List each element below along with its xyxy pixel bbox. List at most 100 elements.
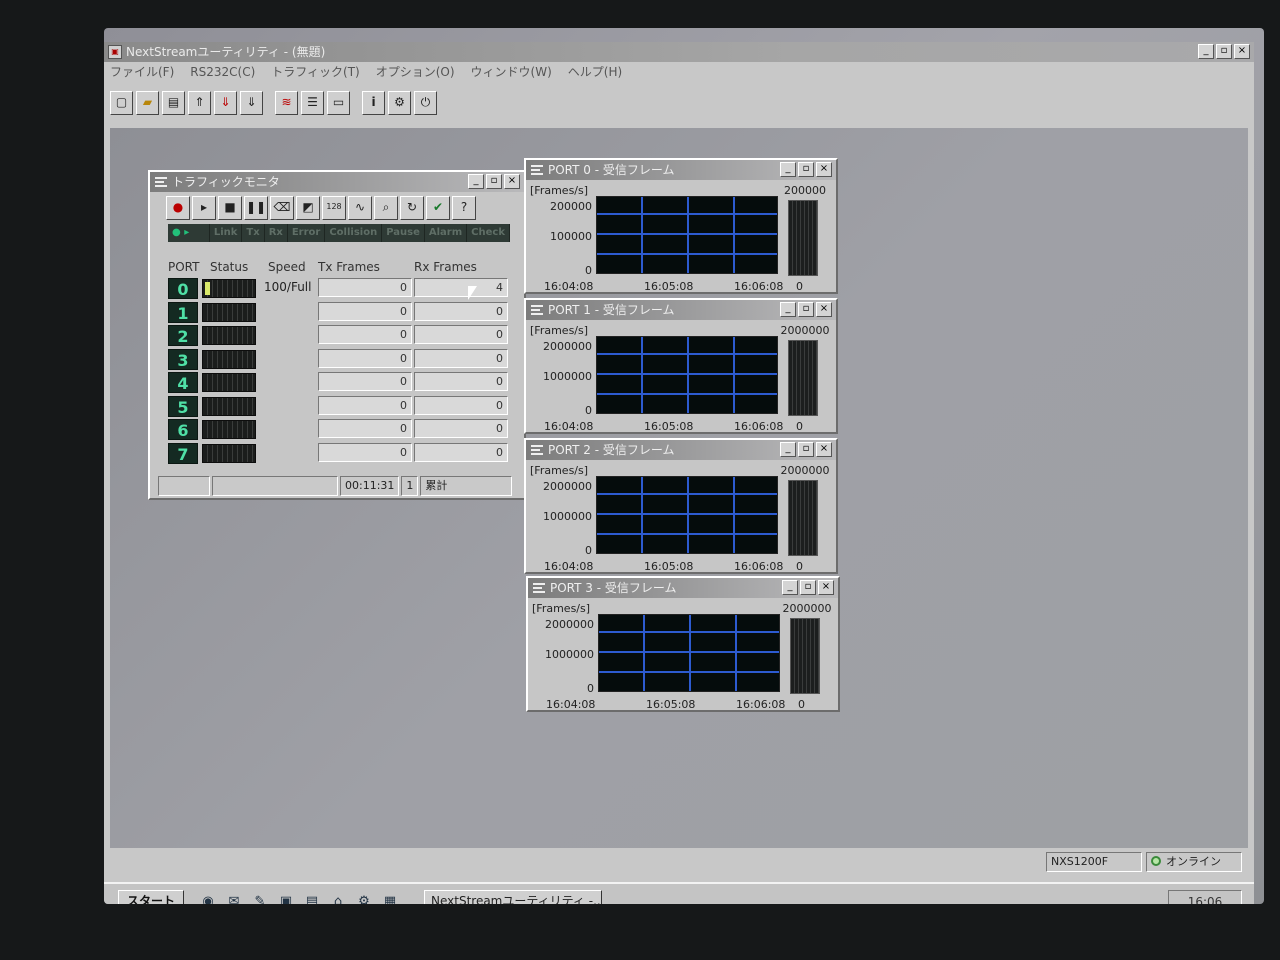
level-bar (788, 200, 818, 276)
port-row: 6 00 (168, 419, 508, 441)
tools-icon[interactable]: ⚙ (354, 892, 374, 904)
header-tx-frames: Tx Frames (318, 260, 380, 274)
close-button[interactable]: × (816, 302, 832, 317)
menu-help[interactable]: ヘルプ(H) (568, 62, 622, 82)
status-label-collision: Collision (325, 224, 383, 242)
desktop-icon[interactable]: ▣ (276, 892, 296, 904)
tx-frames-value: 0 (318, 348, 412, 368)
close-button[interactable]: × (818, 580, 834, 595)
traffic-icon[interactable]: ≋ (275, 91, 298, 115)
graph-title: PORT 2 - 受信フレーム (548, 443, 675, 457)
open-folder-icon[interactable]: ▰ (136, 91, 159, 115)
y-units: [Frames/s] (530, 324, 589, 337)
close-button[interactable]: × (816, 442, 832, 457)
stop-icon[interactable]: ■ (218, 196, 242, 220)
port-speed: 100/Full (264, 280, 312, 294)
graph-title-bar[interactable]: PORT 1 - 受信フレーム _ ▫ × (526, 300, 836, 320)
minimize-button[interactable]: _ (468, 174, 484, 189)
menu-options[interactable]: オプション(O) (376, 62, 455, 82)
traffic-monitor-title-bar[interactable]: トラフィックモニタ _ ▫ × (150, 172, 524, 192)
device-name: NXS1200F (1046, 852, 1142, 872)
browser-icon[interactable]: ◉ (198, 892, 218, 904)
monitor-icon[interactable]: ▦ (380, 892, 400, 904)
download-icon[interactable]: ⇓ (240, 91, 263, 115)
record-icon[interactable]: ● (166, 196, 190, 220)
status-label-pause: Pause (382, 224, 425, 242)
y-max-label: 2000000 (543, 480, 592, 493)
help-icon[interactable]: ? (452, 196, 476, 220)
main-title-bar[interactable]: ▣ NextStreamユーティリティ - (無題) _ ▫ × (104, 42, 1254, 62)
refresh-icon[interactable]: ↻ (400, 196, 424, 220)
window-icon (531, 165, 543, 175)
maximize-button[interactable]: ▫ (486, 174, 502, 189)
list-icon[interactable]: ☰ (301, 91, 324, 115)
minimize-button[interactable]: _ (780, 162, 796, 177)
bar-zero-label: 0 (796, 420, 803, 433)
maximize-button[interactable]: ▫ (798, 162, 814, 177)
menu-window[interactable]: ウィンドウ(W) (471, 62, 552, 82)
app-status-bar: NXS1200F オンライン (104, 852, 1254, 874)
footer-blank-1 (158, 476, 210, 496)
display-icon[interactable]: ▭ (327, 91, 350, 115)
y-max-label: 2000000 (543, 340, 592, 353)
x-tick-label: 16:05:08 (644, 280, 694, 293)
power-icon[interactable]: ⏻ (414, 91, 437, 115)
graph-title-bar[interactable]: PORT 0 - 受信フレーム _ ▫ × (526, 160, 836, 180)
tx-frames-value: 0 (318, 325, 412, 344)
tx-frames-value: 0 (318, 395, 412, 415)
settings-icon[interactable]: ⚙ (388, 91, 411, 115)
start-button[interactable]: スタート (118, 890, 184, 904)
graph-title-bar[interactable]: PORT 3 - 受信フレーム _ ▫ × (528, 578, 838, 598)
check-icon[interactable]: ✔ (426, 196, 450, 220)
window-icon (531, 305, 543, 315)
bar-max-label: 2000000 (782, 602, 832, 615)
task-nextstream[interactable]: NextStreamユーティリティ -... (424, 890, 602, 904)
mouse-cursor (468, 286, 477, 300)
download-red-icon[interactable]: ⇓ (214, 91, 237, 115)
outlook-icon[interactable]: ✉ (224, 892, 244, 904)
main-toolbar: ▢ ▰ ▤ ⇑ ⇓ ⇓ ≋ ☰ ▭ i ⚙ ⏻ (106, 88, 437, 118)
maximize-button[interactable]: ▫ (800, 580, 816, 595)
port-status-meter (202, 302, 256, 322)
mode-label: 累計 (420, 476, 513, 496)
minimize-button[interactable]: _ (1198, 44, 1214, 59)
port-status-meter (202, 279, 256, 298)
save-icon[interactable]: ▤ (162, 91, 185, 115)
close-button[interactable]: × (816, 162, 832, 177)
counter-icon[interactable]: 128 (322, 196, 346, 220)
minimize-button[interactable]: _ (782, 580, 798, 595)
graph-plot-area (596, 476, 778, 554)
minimize-button[interactable]: _ (780, 442, 796, 457)
status-indicator-bar: ● ▸ Link Tx Rx Error Collision Pause Ala… (168, 224, 510, 242)
menu-traffic[interactable]: トラフィック(T) (271, 62, 359, 82)
port-number: 4 (168, 372, 198, 393)
eraser-icon[interactable]: ⌫ (270, 196, 294, 220)
menu-file[interactable]: ファイル(F) (110, 62, 174, 82)
y-mid-label: 1000000 (543, 510, 592, 523)
rx-frames-value: 0 (414, 419, 508, 438)
restore-button[interactable]: ▫ (1216, 44, 1232, 59)
close-button[interactable]: × (504, 174, 520, 189)
new-file-icon[interactable]: ▢ (110, 91, 133, 115)
bar-zero-label: 0 (798, 698, 805, 711)
pause-icon[interactable]: ❚❚ (244, 196, 268, 220)
y-min-label: 0 (585, 544, 592, 557)
maximize-button[interactable]: ▫ (798, 302, 814, 317)
gauge-icon[interactable]: ◩ (296, 196, 320, 220)
notepad-icon[interactable]: ▤ (302, 892, 322, 904)
zoom-icon[interactable]: ⌕ (374, 196, 398, 220)
minimize-button[interactable]: _ (780, 302, 796, 317)
close-button[interactable]: × (1234, 44, 1250, 59)
network-icon[interactable]: ⌂ (328, 892, 348, 904)
port-number: 0 (168, 278, 198, 299)
menu-rs232c[interactable]: RS232C(C) (190, 62, 255, 82)
maximize-button[interactable]: ▫ (798, 442, 814, 457)
upload-icon[interactable]: ⇑ (188, 91, 211, 115)
waveform-icon[interactable]: ∿ (348, 196, 372, 220)
edit-icon[interactable]: ✎ (250, 892, 270, 904)
tx-frames-value: 0 (318, 372, 412, 391)
info-icon[interactable]: i (362, 91, 385, 115)
graph-title-bar[interactable]: PORT 2 - 受信フレーム _ ▫ × (526, 440, 836, 460)
y-min-label: 0 (585, 264, 592, 277)
play-icon[interactable]: ▸ (192, 196, 216, 220)
